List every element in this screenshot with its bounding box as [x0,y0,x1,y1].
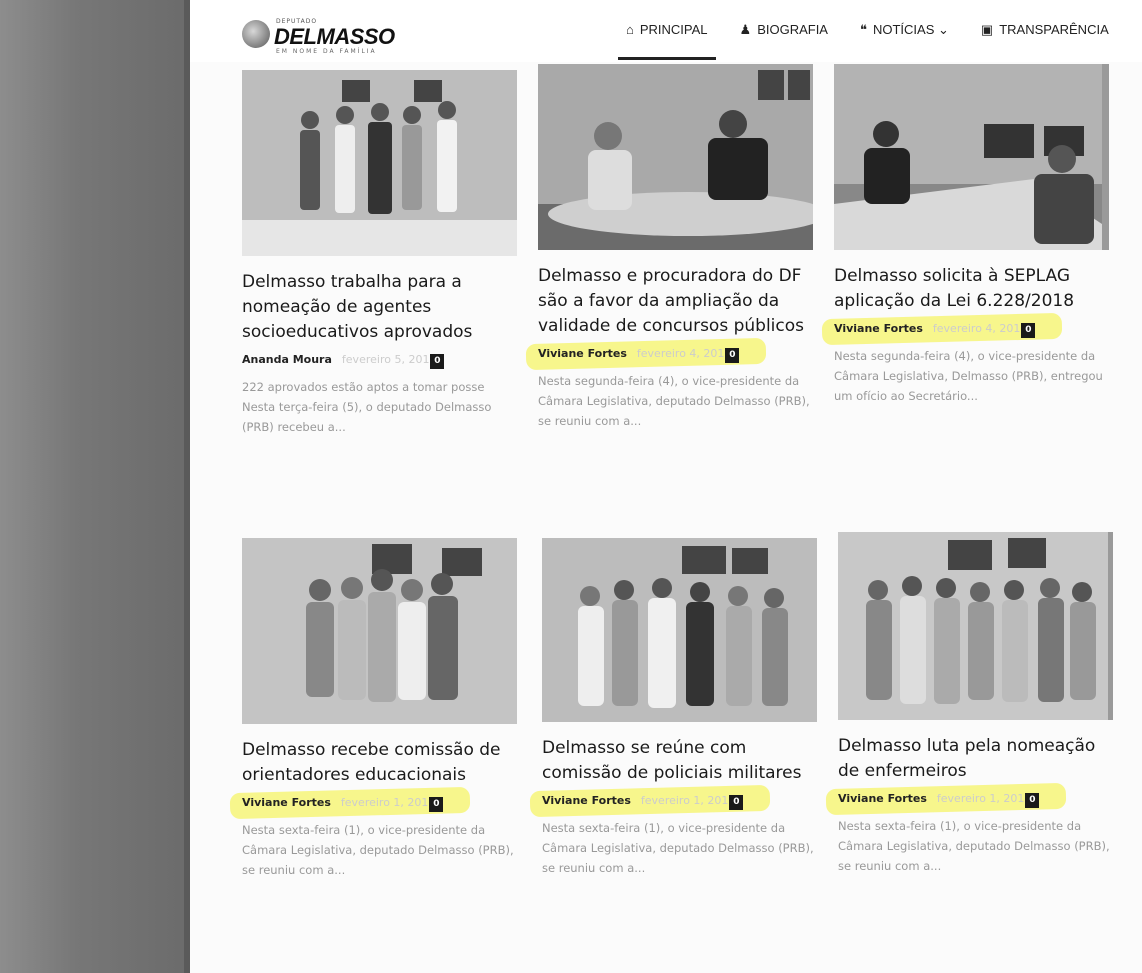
post-card: Delmasso solicita à SEPLAG aplicação da … [821,64,1109,406]
quote-icon: ❝ [859,22,867,37]
post-thumbnail[interactable] [242,538,517,724]
post-title[interactable]: Delmasso solicita à SEPLAG aplicação da … [834,264,1109,314]
post-card: Delmasso recebe comissão de orientadores… [229,538,517,880]
nav-label: BIOGRAFIA [757,22,828,37]
comment-count-badge[interactable]: 0 [1025,792,1040,808]
user-icon: ♟ [739,22,752,37]
comment-count-badge[interactable]: 0 [430,353,445,369]
globe-icon [242,20,270,48]
post-meta: Viviane Fortes fevereiro 1, 2019 0 [825,782,1113,816]
post-excerpt: Nesta segunda-feira (4), o vice-presiden… [834,349,1103,403]
main-nav: ⌂ PRINCIPAL ♟ BIOGRAFIA ❝ NOTÍCIAS ⌄ ▣ T… [610,22,1125,62]
post-thumbnail[interactable] [538,64,813,250]
post-title[interactable]: Delmasso recebe comissão de orientadores… [242,738,517,788]
nav-label: TRANSPARÊNCIA [999,22,1109,37]
post-date: fevereiro 1, 2019 [936,791,1032,805]
post-thumbnail[interactable] [542,538,817,722]
logo-tagline: EM NOME DA FAMÍLIA [276,48,377,55]
post-date: fevereiro 4, 2019 [636,346,732,360]
nav-label: PRINCIPAL [639,22,708,37]
monitor-icon: ▣ [980,22,994,37]
post-excerpt: 222 aprovados estão aptos a tomar posse … [242,380,492,434]
photo-placeholder [834,64,1102,250]
photo-placeholder [242,538,517,724]
post-card: Delmasso luta pela nomeação de enfermeir… [825,532,1113,876]
photo-placeholder [538,64,813,250]
post-meta: Viviane Fortes fevereiro 1, 2019 0 [529,784,817,818]
nav-label: NOTÍCIAS ⌄ [872,22,949,37]
post-card: Delmasso e procuradora do DF são a favor… [525,64,813,431]
photo-placeholder [542,538,817,722]
post-author[interactable]: Viviane Fortes [542,794,631,807]
post-meta: Ananda Moura fevereiro 5, 2019 0 [242,349,517,369]
post-author[interactable]: Ananda Moura [242,353,332,366]
nav-biografia[interactable]: ♟ BIOGRAFIA [724,22,844,60]
post-card: Delmasso se reúne com comissão de polici… [529,538,817,878]
comment-count-badge[interactable]: 0 [729,794,744,810]
post-excerpt: Nesta sexta-feira (1), o vice-presidente… [542,821,814,875]
logo-text: DELMASSO [274,24,395,49]
post-author[interactable]: Viviane Fortes [242,796,331,809]
post-thumbnail[interactable] [242,70,517,256]
post-meta: Viviane Fortes fevereiro 1, 2019 0 [229,786,517,820]
post-title[interactable]: Delmasso se reúne com comissão de polici… [542,736,817,786]
post-date: fevereiro 1, 2019 [340,795,436,809]
post-author[interactable]: Viviane Fortes [834,322,923,335]
post-author[interactable]: Viviane Fortes [538,347,627,360]
post-title[interactable]: Delmasso e procuradora do DF são a favor… [538,264,813,339]
site-header: DEPUTADO DELMASSO EM NOME DA FAMÍLIA ⌂ P… [190,0,1142,62]
post-date: fevereiro 1, 2019 [640,793,736,807]
nav-noticias[interactable]: ❝ NOTÍCIAS ⌄ [844,22,965,60]
post-title[interactable]: Delmasso trabalha para a nomeação de age… [242,270,517,345]
post-date: fevereiro 5, 2019 [341,352,437,366]
post-excerpt: Nesta sexta-feira (1), o vice-presidente… [242,823,514,877]
post-date: fevereiro 4, 2019 [932,321,1028,335]
photo-placeholder [838,532,1108,720]
page: DEPUTADO DELMASSO EM NOME DA FAMÍLIA ⌂ P… [190,0,1142,973]
nav-transparencia[interactable]: ▣ TRANSPARÊNCIA [965,22,1125,60]
comment-count-badge[interactable]: 0 [1021,322,1036,338]
post-thumbnail[interactable] [834,64,1109,250]
post-excerpt: Nesta segunda-feira (4), o vice-presiden… [538,374,810,428]
post-thumbnail[interactable] [838,532,1113,720]
nav-principal[interactable]: ⌂ PRINCIPAL [610,22,724,60]
left-scan-margin [0,0,190,973]
comment-count-badge[interactable]: 0 [725,347,740,363]
photo-placeholder [242,70,517,256]
post-meta: Viviane Fortes fevereiro 4, 2019 0 [525,337,813,371]
comment-count-badge[interactable]: 0 [429,796,444,812]
home-icon: ⌂ [626,22,634,37]
post-excerpt: Nesta sexta-feira (1), o vice-presidente… [838,819,1110,873]
post-meta: Viviane Fortes fevereiro 4, 2019 0 [821,312,1109,346]
site-logo[interactable]: DEPUTADO DELMASSO EM NOME DA FAMÍLIA [242,18,395,55]
post-title[interactable]: Delmasso luta pela nomeação de enfermeir… [838,734,1113,784]
post-author[interactable]: Viviane Fortes [838,792,927,805]
post-card: Delmasso trabalha para a nomeação de age… [242,70,517,437]
